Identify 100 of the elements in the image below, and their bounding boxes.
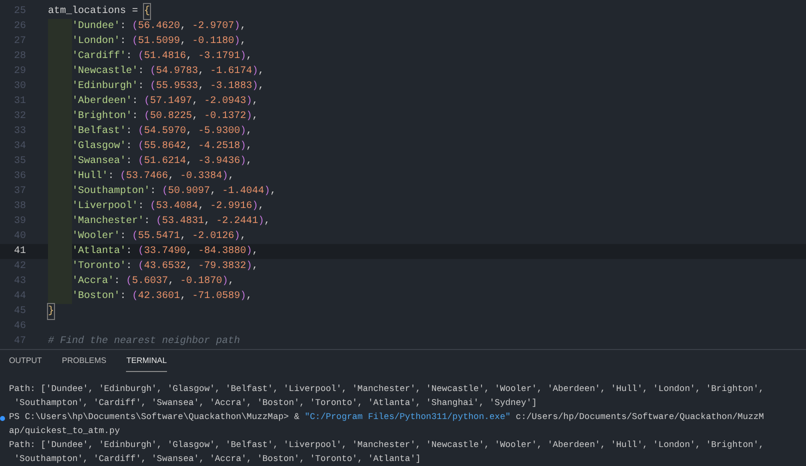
code-token: 'Accra' <box>72 274 114 289</box>
code-token: 'Aberdeen' <box>72 94 132 109</box>
indent-guide <box>48 289 72 304</box>
code-token: -2.9916 <box>210 200 252 214</box>
code-token: 55.5471 <box>138 230 180 244</box>
code-token: -2.9707 <box>192 20 234 34</box>
terminal-output: 'Southampton', 'Cardiff', 'Swansea', 'Accra', 'Boston', 'Toronto', 'Atlanta'] <box>13 453 421 466</box>
code-token: 50.9097 <box>168 185 210 199</box>
code-token: 57.1497 <box>150 95 192 109</box>
code-token: , <box>252 95 258 109</box>
code-token: ) <box>240 50 246 64</box>
panel-tab[interactable]: OUTPUT <box>9 355 42 372</box>
code-token: ( <box>126 274 132 289</box>
code-token: 'Newcastle' <box>72 64 138 79</box>
code-token: 'Boston' <box>72 290 120 304</box>
code-token: ) <box>246 94 252 109</box>
terminal-argument: c:/Users/hp/Documents/Software/Quackathon/MuzzM <box>514 411 764 424</box>
code-token: : <box>120 20 128 34</box>
code-token: 51.5099 <box>138 35 180 49</box>
code-token: 55.8642 <box>144 140 186 154</box>
code-token: : <box>126 260 134 274</box>
code-token: -3.1791 <box>198 50 240 64</box>
code-token: , <box>192 95 200 109</box>
code-token: ( <box>138 50 144 64</box>
code-token: 51.4816 <box>144 50 186 64</box>
code-token: ) <box>246 260 252 274</box>
code-token: , <box>246 290 252 304</box>
code-token: : <box>126 245 134 259</box>
code-token: -0.1870 <box>180 275 222 289</box>
code-token: , <box>240 35 246 49</box>
code-token: , <box>198 200 206 214</box>
code-token: ) <box>252 80 258 94</box>
code-token: , <box>228 275 234 289</box>
code-token: 'Toronto' <box>72 260 126 274</box>
code-token: : <box>120 230 128 244</box>
code-token: ) <box>252 200 258 214</box>
code-token: ) <box>246 244 252 259</box>
code-token: -0.1372 <box>204 110 246 124</box>
code-token: 'Hull' <box>72 170 108 184</box>
code-token: , <box>198 80 206 94</box>
code-token: , <box>240 20 246 34</box>
code-token: , <box>204 215 212 229</box>
code-token: , <box>186 140 194 154</box>
code-token: 'Belfast' <box>72 124 126 139</box>
code-token: 33.7490 <box>144 245 186 259</box>
code-token: ( <box>156 214 162 229</box>
code-token: -2.2441 <box>216 215 258 229</box>
code-token: 'Swansea' <box>72 154 126 169</box>
code-token: , <box>168 275 176 289</box>
code-token: ) <box>234 230 240 244</box>
code-token: 'Glasgow' <box>72 140 126 154</box>
code-token: 'Wooler' <box>72 230 120 244</box>
code-token: 'Brighton' <box>72 110 132 124</box>
code-token: ) <box>240 124 246 139</box>
code-token: , <box>264 215 270 229</box>
code-token: , <box>180 20 188 34</box>
terminal-output: Path: ['Dundee', 'Edinburgh', 'Glasgow', 'Belfast', 'Liverpool', 'Manchester', 'Newcastle', 'Wooler', 'Aberdeen', 'Hull', 'London', 'Brighton', <box>9 383 764 396</box>
code-token: -1.6174 <box>210 65 252 79</box>
code-token: , <box>252 245 258 259</box>
code-token: : <box>126 125 134 139</box>
code-token: ( <box>138 124 144 139</box>
panel-tab[interactable]: PROBLEMS <box>62 355 106 372</box>
code-token: : <box>138 80 146 94</box>
code-token: , <box>258 200 264 214</box>
code-token: 'London' <box>72 34 120 49</box>
code-token: ( <box>132 230 138 244</box>
code-token: : <box>114 275 122 289</box>
code-token: 43.6532 <box>144 260 186 274</box>
code-token: , <box>246 125 252 139</box>
code-token: ) <box>246 110 252 124</box>
code-token: ( <box>138 154 144 169</box>
code-token: 5.6037 <box>132 275 168 289</box>
code-token: 'Dundee' <box>72 20 120 34</box>
code-token: } <box>48 304 54 319</box>
code-token: ) <box>222 170 228 184</box>
code-token: , <box>180 230 188 244</box>
code-token: ) <box>234 34 240 49</box>
code-token: -3.9436 <box>198 155 240 169</box>
code-token: 54.5970 <box>144 125 186 139</box>
code-token: ) <box>240 290 246 304</box>
code-token: 'Liverpool' <box>72 200 138 214</box>
panel-tab[interactable]: TERMINAL <box>126 355 167 372</box>
terminal-output: Path: ['Dundee', 'Edinburgh', 'Glasgow', 'Belfast', 'Liverpool', 'Manchester', 'Newcastle', 'Wooler', 'Aberdeen', 'Hull', 'London', 'Brighton', <box>9 439 764 452</box>
code-token: ( <box>162 184 168 199</box>
code-token: -0.3384 <box>180 170 222 184</box>
code-token: , <box>228 170 234 184</box>
code-token: 42.3601 <box>138 290 180 304</box>
code-token: ) <box>240 154 246 169</box>
code-token: : <box>126 140 134 154</box>
code-token: 53.4084 <box>156 200 198 214</box>
code-token: , <box>246 155 252 169</box>
code-token: 'Edinburgh' <box>72 80 138 94</box>
code-token: ( <box>144 94 150 109</box>
code-token: , <box>186 50 194 64</box>
code-token: : <box>120 35 128 49</box>
code-token: -1.4044 <box>222 185 264 199</box>
code-token: , <box>246 50 252 64</box>
code-token: ( <box>150 200 156 214</box>
code-token: ( <box>132 20 138 34</box>
code-token: 56.4620 <box>138 20 180 34</box>
